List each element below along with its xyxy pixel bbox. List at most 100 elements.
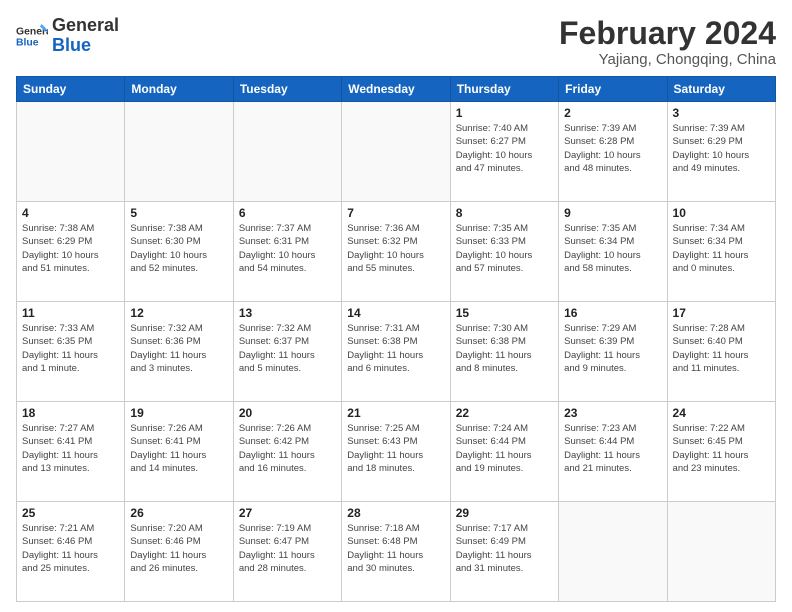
day-number: 4 <box>22 206 119 220</box>
day-number: 23 <box>564 406 661 420</box>
page: General Blue General Blue February 2024 … <box>0 0 792 612</box>
calendar-cell: 23 Sunrise: 7:23 AM Sunset: 6:44 PM Dayli… <box>559 402 667 502</box>
calendar-cell: 26 Sunrise: 7:20 AM Sunset: 6:46 PM Dayli… <box>125 502 233 602</box>
day-number: 13 <box>239 306 336 320</box>
header: General Blue General Blue February 2024 … <box>16 16 776 68</box>
calendar-cell: 6 Sunrise: 7:37 AM Sunset: 6:31 PM Daylig… <box>233 202 341 302</box>
col-thursday: Thursday <box>450 77 558 102</box>
calendar-cell: 14 Sunrise: 7:31 AM Sunset: 6:38 PM Dayli… <box>342 302 450 402</box>
calendar-cell: 4 Sunrise: 7:38 AM Sunset: 6:29 PM Daylig… <box>17 202 125 302</box>
day-number: 6 <box>239 206 336 220</box>
calendar-cell <box>17 102 125 202</box>
calendar-cell: 12 Sunrise: 7:32 AM Sunset: 6:36 PM Dayli… <box>125 302 233 402</box>
day-info: Sunrise: 7:20 AM Sunset: 6:46 PM Dayligh… <box>130 522 227 575</box>
day-number: 29 <box>456 506 553 520</box>
calendar-cell: 5 Sunrise: 7:38 AM Sunset: 6:30 PM Daylig… <box>125 202 233 302</box>
logo-icon: General Blue <box>16 20 48 52</box>
day-number: 22 <box>456 406 553 420</box>
calendar-table: Sunday Monday Tuesday Wednesday Thursday… <box>16 76 776 602</box>
day-info: Sunrise: 7:39 AM Sunset: 6:28 PM Dayligh… <box>564 122 661 175</box>
header-row: Sunday Monday Tuesday Wednesday Thursday… <box>17 77 776 102</box>
calendar-cell: 21 Sunrise: 7:25 AM Sunset: 6:43 PM Dayli… <box>342 402 450 502</box>
calendar-cell: 15Sunrise: 7:30 AM Sunset: 6:38 PM Dayli… <box>450 302 558 402</box>
calendar-cell: 16Sunrise: 7:29 AM Sunset: 6:39 PM Dayli… <box>559 302 667 402</box>
calendar-cell: 8 Sunrise: 7:35 AM Sunset: 6:33 PM Daylig… <box>450 202 558 302</box>
col-monday: Monday <box>125 77 233 102</box>
calendar-cell: 19Sunrise: 7:26 AM Sunset: 6:41 PM Dayli… <box>125 402 233 502</box>
week-row-4: 18 Sunrise: 7:27 AM Sunset: 6:41 PM Dayli… <box>17 402 776 502</box>
day-number: 14 <box>347 306 444 320</box>
calendar-cell <box>125 102 233 202</box>
day-number: 27 <box>239 506 336 520</box>
day-number: 10 <box>673 206 770 220</box>
day-number: 21 <box>347 406 444 420</box>
day-number: 24 <box>673 406 770 420</box>
day-number: 9 <box>564 206 661 220</box>
logo-blue: Blue <box>52 36 119 56</box>
title-block: February 2024 Yajiang, Chongqing, China <box>559 16 776 68</box>
day-number: 8 <box>456 206 553 220</box>
day-number: 18 <box>22 406 119 420</box>
day-info: Sunrise: 7:17 AM Sunset: 6:49 PM Dayligh… <box>456 522 553 575</box>
day-info: Sunrise: 7:26 AM Sunset: 6:41 PM Dayligh… <box>130 422 227 475</box>
col-friday: Friday <box>559 77 667 102</box>
calendar-cell: 27 Sunrise: 7:19 AM Sunset: 6:47 PM Dayli… <box>233 502 341 602</box>
day-info: Sunrise: 7:36 AM Sunset: 6:32 PM Dayligh… <box>347 222 444 275</box>
day-number: 1 <box>456 106 553 120</box>
day-number: 2 <box>564 106 661 120</box>
calendar-cell: 13 Sunrise: 7:32 AM Sunset: 6:37 PM Dayli… <box>233 302 341 402</box>
calendar-cell: 25Sunrise: 7:21 AM Sunset: 6:46 PM Dayli… <box>17 502 125 602</box>
day-number: 25 <box>22 506 119 520</box>
day-info: Sunrise: 7:37 AM Sunset: 6:31 PM Dayligh… <box>239 222 336 275</box>
calendar-cell: 10 Sunrise: 7:34 AM Sunset: 6:34 PM Dayli… <box>667 202 775 302</box>
calendar-cell: 1 Sunrise: 7:40 AM Sunset: 6:27 PM Daylig… <box>450 102 558 202</box>
main-title: February 2024 <box>559 16 776 51</box>
calendar-cell <box>342 102 450 202</box>
col-wednesday: Wednesday <box>342 77 450 102</box>
calendar-cell: 9Sunrise: 7:35 AM Sunset: 6:34 PM Daylig… <box>559 202 667 302</box>
day-number: 7 <box>347 206 444 220</box>
day-info: Sunrise: 7:30 AM Sunset: 6:38 PM Dayligh… <box>456 322 553 375</box>
calendar-cell <box>559 502 667 602</box>
day-info: Sunrise: 7:34 AM Sunset: 6:34 PM Dayligh… <box>673 222 770 275</box>
day-number: 12 <box>130 306 227 320</box>
day-number: 17 <box>673 306 770 320</box>
subtitle: Yajiang, Chongqing, China <box>559 51 776 68</box>
day-info: Sunrise: 7:19 AM Sunset: 6:47 PM Dayligh… <box>239 522 336 575</box>
logo: General Blue General Blue <box>16 16 119 56</box>
day-info: Sunrise: 7:35 AM Sunset: 6:33 PM Dayligh… <box>456 222 553 275</box>
day-info: Sunrise: 7:32 AM Sunset: 6:36 PM Dayligh… <box>130 322 227 375</box>
calendar-cell <box>233 102 341 202</box>
col-tuesday: Tuesday <box>233 77 341 102</box>
day-info: Sunrise: 7:38 AM Sunset: 6:29 PM Dayligh… <box>22 222 119 275</box>
day-number: 5 <box>130 206 227 220</box>
calendar-cell: 24 Sunrise: 7:22 AM Sunset: 6:45 PM Dayli… <box>667 402 775 502</box>
calendar-cell <box>667 502 775 602</box>
day-info: Sunrise: 7:29 AM Sunset: 6:39 PM Dayligh… <box>564 322 661 375</box>
day-info: Sunrise: 7:33 AM Sunset: 6:35 PM Dayligh… <box>22 322 119 375</box>
day-info: Sunrise: 7:22 AM Sunset: 6:45 PM Dayligh… <box>673 422 770 475</box>
day-info: Sunrise: 7:23 AM Sunset: 6:44 PM Dayligh… <box>564 422 661 475</box>
calendar-cell: 22Sunrise: 7:24 AM Sunset: 6:44 PM Dayli… <box>450 402 558 502</box>
day-info: Sunrise: 7:40 AM Sunset: 6:27 PM Dayligh… <box>456 122 553 175</box>
day-info: Sunrise: 7:31 AM Sunset: 6:38 PM Dayligh… <box>347 322 444 375</box>
calendar-cell: 18 Sunrise: 7:27 AM Sunset: 6:41 PM Dayli… <box>17 402 125 502</box>
day-info: Sunrise: 7:25 AM Sunset: 6:43 PM Dayligh… <box>347 422 444 475</box>
calendar-cell: 17Sunrise: 7:28 AM Sunset: 6:40 PM Dayli… <box>667 302 775 402</box>
day-number: 28 <box>347 506 444 520</box>
day-info: Sunrise: 7:18 AM Sunset: 6:48 PM Dayligh… <box>347 522 444 575</box>
calendar-cell: 3 Sunrise: 7:39 AM Sunset: 6:29 PM Daylig… <box>667 102 775 202</box>
calendar-cell: 11Sunrise: 7:33 AM Sunset: 6:35 PM Dayli… <box>17 302 125 402</box>
day-info: Sunrise: 7:39 AM Sunset: 6:29 PM Dayligh… <box>673 122 770 175</box>
day-number: 20 <box>239 406 336 420</box>
day-info: Sunrise: 7:32 AM Sunset: 6:37 PM Dayligh… <box>239 322 336 375</box>
day-info: Sunrise: 7:27 AM Sunset: 6:41 PM Dayligh… <box>22 422 119 475</box>
day-number: 3 <box>673 106 770 120</box>
col-saturday: Saturday <box>667 77 775 102</box>
day-number: 26 <box>130 506 227 520</box>
calendar-cell: 20Sunrise: 7:26 AM Sunset: 6:42 PM Dayli… <box>233 402 341 502</box>
calendar-cell: 2 Sunrise: 7:39 AM Sunset: 6:28 PM Daylig… <box>559 102 667 202</box>
logo-general: General <box>52 16 119 36</box>
calendar-cell: 29 Sunrise: 7:17 AM Sunset: 6:49 PM Dayli… <box>450 502 558 602</box>
day-info: Sunrise: 7:38 AM Sunset: 6:30 PM Dayligh… <box>130 222 227 275</box>
